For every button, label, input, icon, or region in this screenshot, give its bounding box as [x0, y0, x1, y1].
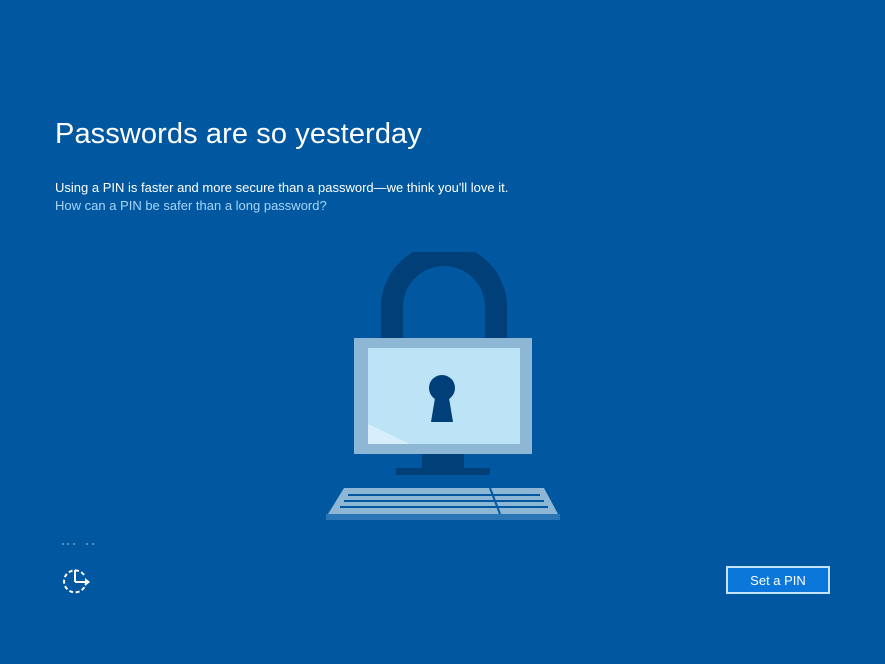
ease-of-access-icon[interactable]: [59, 566, 93, 596]
page-title: Passwords are so yesterday: [55, 118, 422, 150]
page-description: Using a PIN is faster and more secure th…: [55, 180, 509, 195]
learn-more-link[interactable]: How can a PIN be safer than a long passw…: [55, 198, 327, 213]
monitor-stand-neck: [422, 454, 464, 468]
keyboard-icon: [326, 487, 560, 520]
set-pin-button[interactable]: Set a PIN: [726, 566, 830, 594]
decorative-dots: [62, 543, 94, 545]
monitor-stand-base: [396, 468, 490, 475]
padlock-shackle: [381, 252, 507, 338]
oobe-screen: Passwords are so yesterday Using a PIN i…: [0, 0, 885, 664]
padlock-on-computer-icon: [326, 252, 560, 520]
